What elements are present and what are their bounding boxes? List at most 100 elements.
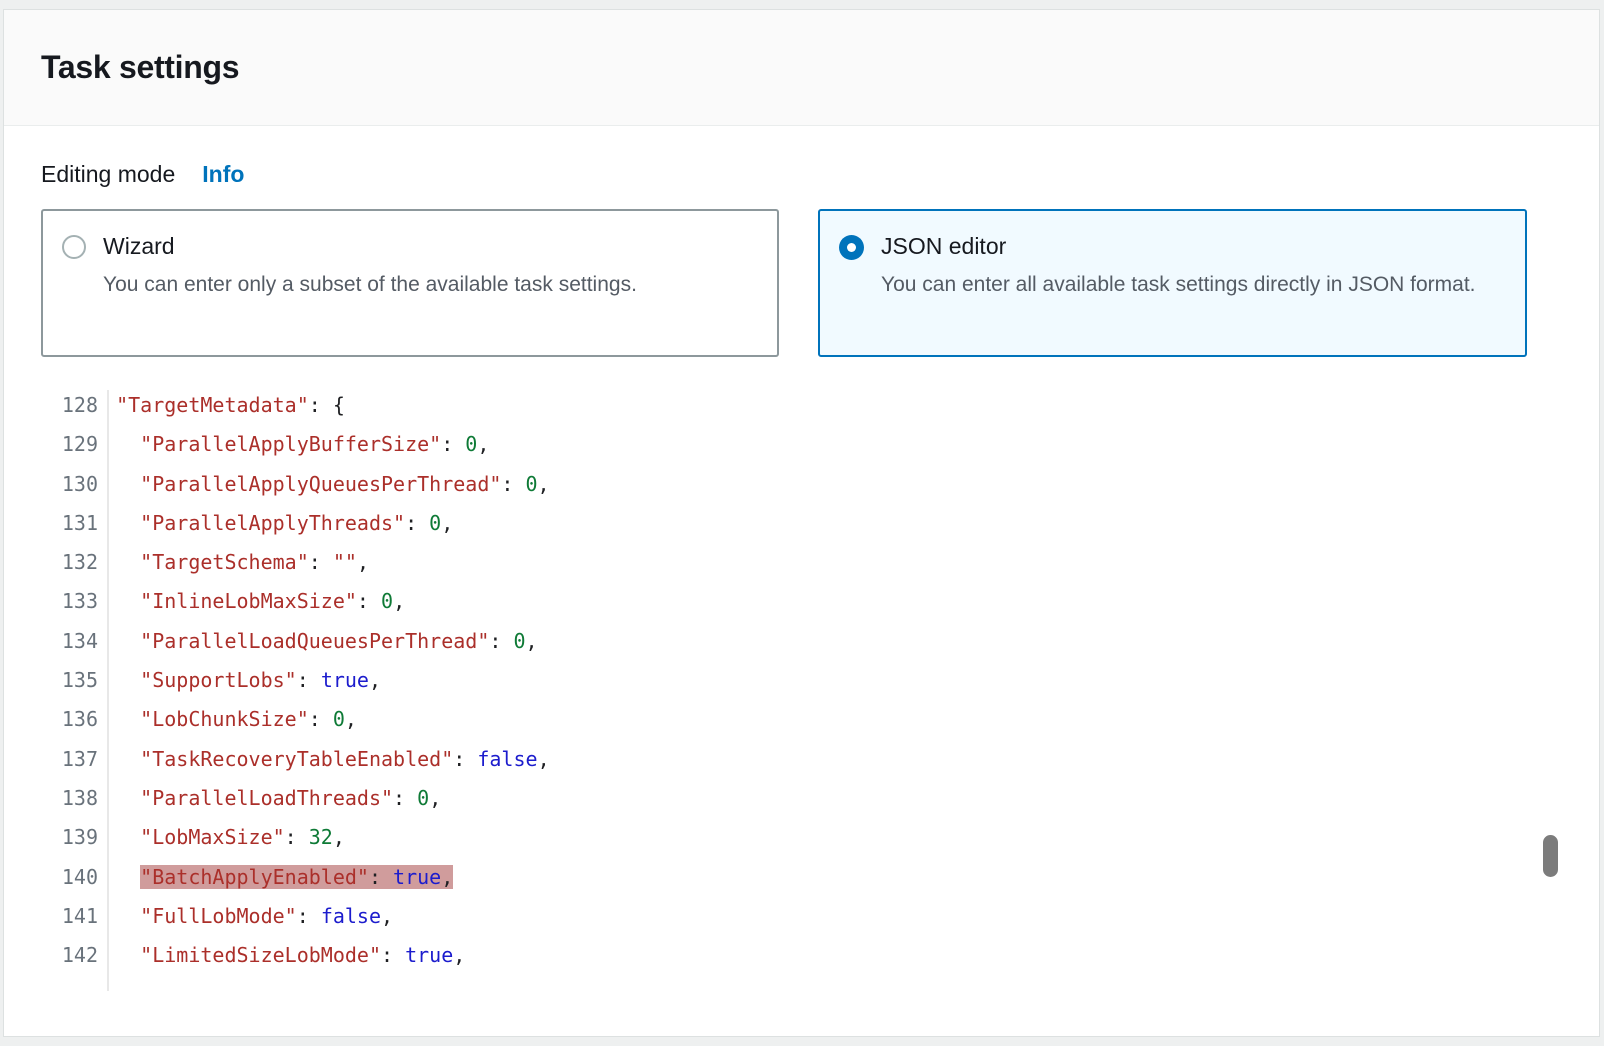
info-link[interactable]: Info: [202, 161, 244, 188]
tile-description: You can enter only a subset of the avail…: [103, 269, 637, 301]
code-token: ,: [369, 668, 381, 692]
code-token: ,: [526, 629, 538, 653]
line-number: 130: [18, 465, 98, 504]
code-token: "LimitedSizeLobMode": [140, 943, 381, 967]
code-token: 0: [513, 629, 525, 653]
line-number: 136: [18, 700, 98, 739]
code-token: "InlineLobMaxSize": [140, 589, 357, 613]
code-token: :: [309, 550, 333, 574]
code-line[interactable]: "ParallelApplyThreads": 0,: [92, 504, 550, 543]
panel-body: Editing mode Info Wizard You can enter o…: [4, 161, 1599, 357]
highlighted-token: :: [369, 865, 393, 889]
line-number: 142: [18, 936, 98, 975]
highlighted-token: "BatchApplyEnabled": [140, 865, 369, 889]
code-line[interactable]: "TargetSchema": "",: [92, 543, 550, 582]
code-token: ,: [393, 589, 405, 613]
code-lines[interactable]: "TargetMetadata": { "ParallelApplyBuffer…: [92, 386, 550, 975]
line-number: 138: [18, 779, 98, 818]
code-token: :: [501, 472, 525, 496]
code-line[interactable]: "ParallelLoadThreads": 0,: [92, 779, 550, 818]
code-token: 32: [309, 825, 333, 849]
code-token: [92, 550, 140, 574]
code-line[interactable]: "FullLobMode": false,: [92, 897, 550, 936]
line-number: 135: [18, 661, 98, 700]
code-token: [92, 511, 140, 535]
code-token: [92, 786, 140, 810]
code-line[interactable]: "ParallelLoadQueuesPerThread": 0,: [92, 622, 550, 661]
vertical-scrollbar-thumb[interactable]: [1543, 835, 1558, 877]
tile-wizard-text: Wizard You can enter only a subset of th…: [103, 232, 637, 301]
code-line[interactable]: "LobMaxSize": 32,: [92, 818, 550, 857]
tile-wizard[interactable]: Wizard You can enter only a subset of th…: [41, 209, 779, 357]
code-line[interactable]: "LimitedSizeLobMode": true,: [92, 936, 550, 975]
code-token: 0: [429, 511, 441, 535]
line-number: 134: [18, 622, 98, 661]
code-token: :: [489, 629, 513, 653]
line-number: 140: [18, 858, 98, 897]
line-number: 129: [18, 425, 98, 464]
code-token: :: [297, 668, 321, 692]
tile-title: JSON editor: [881, 232, 1476, 260]
code-line[interactable]: "LobChunkSize": 0,: [92, 700, 550, 739]
code-token: :: [441, 432, 465, 456]
code-token: 0: [333, 707, 345, 731]
code-line[interactable]: "ParallelApplyBufferSize": 0,: [92, 425, 550, 464]
line-number: 133: [18, 582, 98, 621]
code-token: [92, 825, 140, 849]
code-line[interactable]: "TaskRecoveryTableEnabled": false,: [92, 740, 550, 779]
code-token: "ParallelLoadQueuesPerThread": [140, 629, 489, 653]
code-token: [92, 589, 140, 613]
code-token: true: [321, 668, 369, 692]
code-token: :: [357, 589, 381, 613]
code-token: [92, 668, 140, 692]
panel-header: Task settings: [4, 10, 1599, 126]
code-token: ,: [429, 786, 441, 810]
line-number: 132: [18, 543, 98, 582]
code-line[interactable]: "BatchApplyEnabled": true,: [92, 858, 550, 897]
editing-mode-row: Editing mode Info: [41, 161, 1562, 188]
code-token: "ParallelLoadThreads": [140, 786, 393, 810]
code-token: [92, 904, 140, 928]
code-token: "LobMaxSize": [140, 825, 285, 849]
code-token: "SupportLobs": [140, 668, 297, 692]
code-token: [92, 707, 140, 731]
json-code-editor[interactable]: 1281291301311321331341351361371381391401…: [18, 386, 1599, 1006]
code-token: "FullLobMode": [140, 904, 297, 928]
code-token: "TargetMetadata": [116, 393, 309, 417]
radio-selected-icon[interactable]: [839, 235, 864, 260]
code-token: ,: [345, 707, 357, 731]
code-token: 0: [417, 786, 429, 810]
code-token: [92, 943, 140, 967]
tile-json-editor-text: JSON editor You can enter all available …: [881, 232, 1476, 301]
code-token: :: [393, 786, 417, 810]
highlighted-token: true: [393, 865, 441, 889]
code-token: ,: [538, 472, 550, 496]
tile-json-editor[interactable]: JSON editor You can enter all available …: [818, 209, 1527, 357]
code-token: ,: [441, 511, 453, 535]
code-line[interactable]: "ParallelApplyQueuesPerThread": 0,: [92, 465, 550, 504]
code-token: "TaskRecoveryTableEnabled": [140, 747, 453, 771]
gutter: 1281291301311321331341351361371381391401…: [18, 386, 98, 975]
code-line[interactable]: "TargetMetadata": {: [92, 386, 550, 425]
code-token: :: [381, 943, 405, 967]
code-token: [92, 865, 140, 889]
line-number: 139: [18, 818, 98, 857]
code-token: :: [309, 707, 333, 731]
code-token: :: [285, 825, 309, 849]
code-token: false: [477, 747, 537, 771]
tile-description: You can enter all available task setting…: [881, 269, 1476, 301]
code-token: false: [321, 904, 381, 928]
code-line[interactable]: "SupportLobs": true,: [92, 661, 550, 700]
code-token: [92, 432, 140, 456]
line-number: 128: [18, 386, 98, 425]
code-token: :: [297, 904, 321, 928]
code-token: 0: [526, 472, 538, 496]
code-token: ,: [381, 904, 393, 928]
code-token: 0: [465, 432, 477, 456]
code-token: [92, 393, 116, 417]
code-token: : {: [309, 393, 345, 417]
radio-unselected-icon[interactable]: [62, 235, 86, 259]
tile-title: Wizard: [103, 232, 637, 260]
code-line[interactable]: "InlineLobMaxSize": 0,: [92, 582, 550, 621]
code-token: ,: [357, 550, 369, 574]
